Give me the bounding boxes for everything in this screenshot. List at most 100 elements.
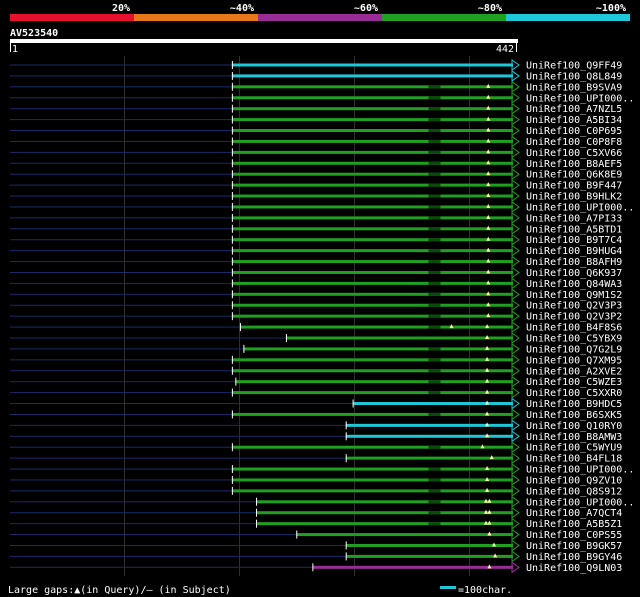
hit-name-link[interactable]: UniRef100_A5BTD1 bbox=[526, 224, 622, 235]
hit-row[interactable]: UniRef100_A5BI34 bbox=[10, 113, 622, 127]
hit-name-link[interactable]: UniRef100_B9SVA9 bbox=[526, 82, 622, 93]
hit-row[interactable]: UniRef100_A5BTD1 bbox=[10, 222, 622, 236]
hit-row[interactable]: UniRef100_Q9M1S2 bbox=[10, 288, 622, 301]
hit-name-link[interactable]: UniRef100_B8AFH9 bbox=[526, 257, 622, 268]
hit-bar[interactable] bbox=[345, 456, 513, 460]
hit-row[interactable]: UniRef100_B6SXK5 bbox=[10, 408, 622, 421]
hit-name-link[interactable]: UniRef100_B9T7C4 bbox=[526, 235, 622, 246]
hit-bar[interactable] bbox=[231, 107, 514, 111]
hit-name-link[interactable]: UniRef100_UPI000.. bbox=[526, 497, 634, 508]
hit-bar[interactable] bbox=[256, 522, 513, 526]
hit-row[interactable]: UniRef100_A5B5Z1 bbox=[10, 517, 622, 531]
hit-bar[interactable] bbox=[231, 194, 514, 198]
hit-name-link[interactable]: UniRef100_B8AEF5 bbox=[526, 159, 622, 170]
hit-name-link[interactable]: UniRef100_Q2V3P3 bbox=[526, 301, 622, 312]
hit-row[interactable]: UniRef100_B4FL18 bbox=[10, 452, 622, 465]
hit-bar[interactable] bbox=[231, 303, 514, 307]
hit-name-link[interactable]: UniRef100_Q6K8E9 bbox=[526, 170, 622, 181]
hit-row[interactable]: UniRef100_A7PI33 bbox=[10, 211, 622, 225]
hit-row[interactable]: UniRef100_Q2V3P3 bbox=[10, 299, 622, 312]
hit-bar[interactable] bbox=[256, 511, 513, 515]
hit-row[interactable]: UniRef100_B9HLK2 bbox=[10, 190, 622, 203]
hit-row[interactable]: UniRef100_A7NZL5 bbox=[10, 102, 622, 116]
hit-bar[interactable] bbox=[231, 281, 514, 285]
hit-name-link[interactable]: UniRef100_UPI000.. bbox=[526, 93, 634, 104]
hit-row[interactable]: UniRef100_Q2V3P2 bbox=[10, 310, 622, 323]
hit-bar[interactable] bbox=[231, 216, 514, 220]
hit-name-link[interactable]: UniRef100_C0P695 bbox=[526, 126, 622, 137]
hit-row[interactable]: UniRef100_B9GY46 bbox=[10, 550, 622, 563]
hit-name-link[interactable]: UniRef100_Q9ZV10 bbox=[526, 475, 622, 486]
hit-name-link[interactable]: UniRef100_B9HLK2 bbox=[526, 192, 622, 203]
hit-row[interactable]: UniRef100_UPI000.. bbox=[10, 463, 634, 476]
hit-row[interactable]: UniRef100_B9F447 bbox=[10, 179, 622, 192]
hit-bar[interactable] bbox=[231, 139, 514, 143]
hit-name-link[interactable]: UniRef100_B8AMW3 bbox=[526, 432, 622, 443]
hit-name-link[interactable]: UniRef100_UPI000.. bbox=[526, 202, 634, 213]
hit-name-link[interactable]: UniRef100_B9GY46 bbox=[526, 552, 622, 563]
hit-name-link[interactable]: UniRef100_Q7XM95 bbox=[526, 355, 622, 366]
hit-name-link[interactable]: UniRef100_Q9M1S2 bbox=[526, 290, 622, 301]
hit-bar[interactable] bbox=[243, 347, 513, 351]
hit-row[interactable]: UniRef100_Q8L849 bbox=[10, 69, 622, 83]
hit-bar[interactable] bbox=[352, 402, 513, 406]
hit-row[interactable]: UniRef100_Q9ZV10 bbox=[10, 473, 622, 487]
hit-name-link[interactable]: UniRef100_B9F447 bbox=[526, 181, 622, 192]
hit-name-link[interactable]: UniRef100_Q2V3P2 bbox=[526, 312, 622, 323]
hit-bar[interactable] bbox=[231, 358, 514, 362]
hit-bar[interactable] bbox=[231, 118, 514, 122]
hit-name-link[interactable]: UniRef100_C0PS55 bbox=[526, 530, 622, 541]
hit-bar[interactable] bbox=[239, 325, 513, 329]
hit-name-link[interactable]: UniRef100_A7NZL5 bbox=[526, 104, 622, 115]
hit-row[interactable]: UniRef100_B8AFH9 bbox=[10, 255, 622, 269]
hit-bar[interactable] bbox=[231, 292, 514, 296]
hit-bar[interactable] bbox=[285, 336, 513, 340]
hit-name-link[interactable]: UniRef100_A5B5Z1 bbox=[526, 519, 622, 530]
hit-bar[interactable] bbox=[231, 129, 514, 133]
hit-row[interactable]: UniRef100_B4F8S6 bbox=[10, 321, 622, 334]
hit-row[interactable]: UniRef100_A7QCT4 bbox=[10, 506, 622, 519]
hit-bar[interactable] bbox=[231, 489, 514, 493]
hit-bar[interactable] bbox=[231, 205, 514, 209]
hit-row[interactable]: UniRef100_Q8S912 bbox=[10, 484, 622, 498]
hit-name-link[interactable]: UniRef100_Q7G2L9 bbox=[526, 344, 622, 355]
hit-name-link[interactable]: UniRef100_Q8S912 bbox=[526, 486, 622, 497]
hit-row[interactable]: UniRef100_C5WZE3 bbox=[10, 375, 622, 389]
hit-row[interactable]: UniRef100_B9T7C4 bbox=[10, 233, 622, 247]
hit-bar[interactable] bbox=[231, 260, 514, 264]
hit-name-link[interactable]: UniRef100_Q6K937 bbox=[526, 268, 622, 279]
hit-name-link[interactable]: UniRef100_A7PI33 bbox=[526, 213, 622, 224]
hit-bar[interactable] bbox=[231, 412, 514, 416]
hit-row[interactable]: UniRef100_Q9LN03 bbox=[10, 561, 622, 574]
hit-bar[interactable] bbox=[231, 478, 514, 482]
hit-bar[interactable] bbox=[231, 249, 514, 253]
hit-row[interactable]: UniRef100_Q9FF49 bbox=[10, 59, 622, 72]
hit-name-link[interactable]: UniRef100_Q84WA3 bbox=[526, 279, 622, 290]
hit-row[interactable]: UniRef100_B9HDC5 bbox=[10, 397, 622, 411]
hit-row[interactable]: UniRef100_A2XVE2 bbox=[10, 364, 622, 378]
hit-row[interactable]: UniRef100_B8AMW3 bbox=[10, 430, 622, 443]
hit-bar[interactable] bbox=[312, 565, 513, 569]
hit-name-link[interactable]: UniRef100_C5XXR0 bbox=[526, 388, 622, 399]
hit-row[interactable]: UniRef100_Q6K937 bbox=[10, 266, 622, 279]
hit-bar[interactable] bbox=[296, 533, 513, 537]
hit-row[interactable]: UniRef100_Q7XM95 bbox=[10, 353, 622, 367]
hit-name-link[interactable]: UniRef100_C5XV66 bbox=[526, 148, 622, 159]
hit-bar[interactable] bbox=[231, 391, 514, 395]
hit-name-link[interactable]: UniRef100_A5BI34 bbox=[526, 115, 622, 126]
hit-name-link[interactable]: UniRef100_A7QCT4 bbox=[526, 508, 622, 519]
hit-bar[interactable] bbox=[231, 314, 514, 318]
hit-row[interactable]: UniRef100_UPI000.. bbox=[10, 200, 634, 214]
hit-bar[interactable] bbox=[231, 445, 514, 449]
hit-bar[interactable] bbox=[231, 150, 514, 154]
hit-bar[interactable] bbox=[345, 554, 513, 558]
hit-row[interactable]: UniRef100_C5YBX9 bbox=[10, 332, 622, 345]
hit-name-link[interactable]: UniRef100_Q8L849 bbox=[526, 71, 622, 82]
hit-name-link[interactable]: UniRef100_B4F8S6 bbox=[526, 323, 622, 334]
hit-bar[interactable] bbox=[231, 96, 514, 100]
hit-bar[interactable] bbox=[231, 85, 514, 89]
hit-name-link[interactable]: UniRef100_C0P8F8 bbox=[526, 137, 622, 148]
hit-name-link[interactable]: UniRef100_Q9FF49 bbox=[526, 61, 622, 72]
hit-row[interactable]: UniRef100_UPI000.. bbox=[10, 91, 634, 105]
hit-name-link[interactable]: UniRef100_B9GK57 bbox=[526, 541, 622, 552]
